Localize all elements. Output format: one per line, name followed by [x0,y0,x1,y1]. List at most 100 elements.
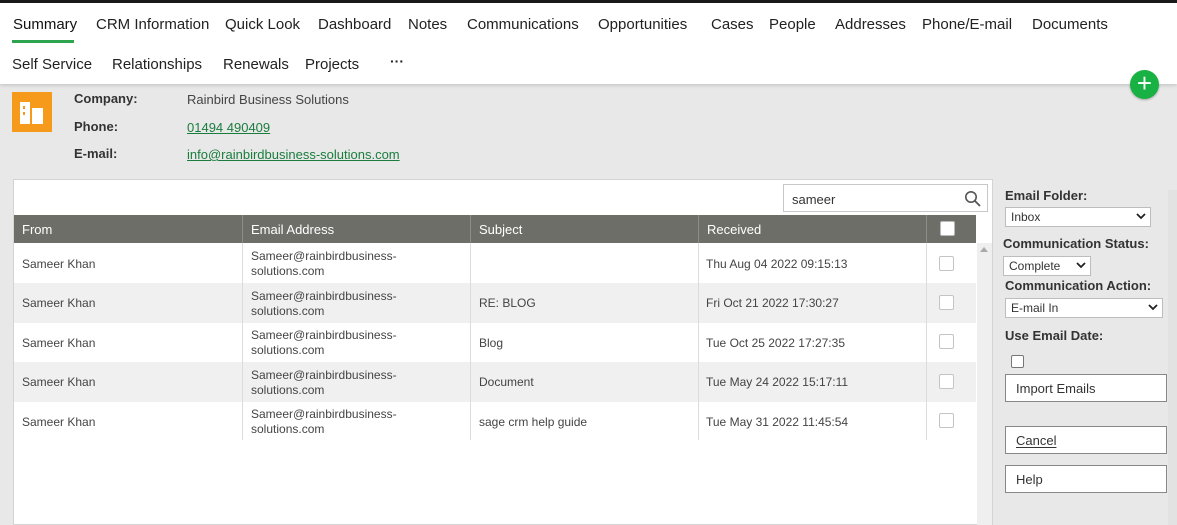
chevron-down-icon [1148,304,1158,311]
company-label: Company: [74,91,138,106]
cell-email-address: Sameer@rainbirdbusiness- [251,289,397,303]
email-label: E-mail: [74,146,118,161]
row-checkbox[interactable] [939,295,954,310]
communication-status-select[interactable]: Complete [1003,256,1091,276]
row-checkbox[interactable] [939,374,954,389]
column-divider [926,215,927,243]
table-row[interactable]: Sameer Khan Sameer@rainbirdbusiness- sol… [14,243,976,283]
cell-from: Sameer Khan [22,415,96,429]
help-button-label: Help [1016,472,1043,487]
add-button[interactable]: + [1130,70,1159,99]
phone-label: Phone: [74,119,119,134]
tab-opportunities[interactable]: Opportunities [598,16,687,33]
cell-from: Sameer Khan [22,296,96,310]
column-header-from[interactable]: From [22,222,52,237]
row-checkbox[interactable] [939,413,954,428]
table-header: From Email Address Subject Received [14,215,976,243]
import-emails-button[interactable]: Import Emails [1005,374,1167,402]
chevron-down-icon [1136,213,1146,220]
search-input[interactable] [792,190,952,208]
cell-received: Fri Oct 21 2022 17:30:27 [706,296,839,310]
cell-subject: sage crm help guide [479,415,588,429]
cell-from: Sameer Khan [22,375,96,389]
column-divider [242,243,243,440]
cell-subject: Blog [479,336,504,350]
table-row[interactable]: Sameer Khan Sameer@rainbirdbusiness- sol… [14,401,976,441]
cell-email-address: Sameer@rainbirdbusiness- [251,368,397,382]
tab-quick-look[interactable]: Quick Look [225,16,300,33]
communication-status-label: Communication Status: [1003,236,1149,251]
cell-email-address: Sameer@rainbirdbusiness- [251,328,397,342]
cell-email-address: Sameer@rainbirdbusiness- [251,249,397,263]
tab-self-service[interactable]: Self Service [12,56,92,73]
tab-cases[interactable]: Cases [711,16,754,33]
column-divider [926,243,927,440]
tab-projects[interactable]: Projects [305,56,359,73]
cell-email-address: Sameer@rainbirdbusiness- [251,407,397,421]
tab-communications[interactable]: Communications [467,16,579,33]
tab-people[interactable]: People [769,16,816,33]
cell-received: Tue May 31 2022 11:45:54 [706,415,849,429]
cell-email-address-cont: solutions.com [251,264,325,278]
tab-renewals[interactable]: Renewals [223,56,289,73]
phone-link[interactable]: 01494 490409 [187,120,270,135]
communication-action-select[interactable]: E-mail In [1005,298,1163,318]
tab-dashboard[interactable]: Dashboard [318,16,391,33]
cell-from: Sameer Khan [22,257,96,271]
tab-relationships[interactable]: Relationships [112,56,202,73]
communication-status-value: Complete [1009,259,1061,273]
table-row[interactable]: Sameer Khan Sameer@rainbirdbusiness- sol… [14,362,976,402]
search-icon[interactable] [964,190,982,208]
cell-received: Tue Oct 25 2022 17:27:35 [706,336,845,350]
chevron-down-icon [1076,262,1086,269]
column-divider [470,215,471,243]
top-navigation: Summary CRM Information Quick Look Dashb… [0,0,1177,84]
cell-subject: RE: BLOG [479,296,536,310]
email-folder-select[interactable]: Inbox [1005,207,1151,227]
column-divider [698,243,699,440]
communication-action-value: E-mail In [1011,301,1059,315]
tab-addresses[interactable]: Addresses [835,16,906,33]
column-header-subject[interactable]: Subject [479,222,522,237]
tab-documents[interactable]: Documents [1032,16,1108,33]
search-box [783,184,988,212]
cancel-button[interactable]: Cancel [1005,426,1167,454]
column-header-email-address[interactable]: Email Address [251,222,334,237]
help-button[interactable]: Help [1005,465,1167,493]
select-all-checkbox[interactable] [940,221,955,236]
cell-email-address-cont: solutions.com [251,304,325,318]
column-header-received[interactable]: Received [707,222,761,237]
email-link[interactable]: info@rainbirdbusiness-solutions.com [187,147,400,162]
use-email-date-checkbox[interactable] [1011,355,1024,368]
tab-notes[interactable]: Notes [408,16,447,33]
more-tabs-icon[interactable]: ··· [390,53,404,69]
active-tab-indicator [12,40,74,43]
row-checkbox[interactable] [939,256,954,271]
page-scrollbar[interactable] [1168,190,1177,525]
communication-action-label: Communication Action: [1005,278,1152,293]
cell-from: Sameer Khan [22,336,96,350]
email-folder-value: Inbox [1011,210,1041,224]
company-value: Rainbird Business Solutions [187,92,349,107]
row-checkbox[interactable] [939,334,954,349]
column-divider [698,215,699,243]
use-email-date-label: Use Email Date: [1005,328,1104,343]
cancel-button-label: Cancel [1016,433,1057,448]
cell-received: Tue May 24 2022 15:17:11 [706,375,849,389]
column-divider [242,215,243,243]
cell-subject: Document [479,375,534,389]
email-folder-label: Email Folder: [1005,188,1088,203]
tab-phone-email[interactable]: Phone/E-mail [922,16,1012,33]
table-row[interactable]: Sameer Khan Sameer@rainbirdbusiness- sol… [14,322,976,362]
cell-received: Thu Aug 04 2022 09:15:13 [706,257,848,271]
tab-summary[interactable]: Summary [13,16,77,33]
company-icon [12,92,52,132]
table-scrollbar[interactable] [977,243,992,525]
table-row[interactable]: Sameer Khan Sameer@rainbirdbusiness- sol… [14,283,976,323]
column-divider [470,243,471,440]
cell-email-address-cont: solutions.com [251,343,325,357]
cell-email-address-cont: solutions.com [251,422,325,436]
scroll-up-icon[interactable] [980,247,988,252]
tab-crm-information[interactable]: CRM Information [96,16,209,33]
cell-email-address-cont: solutions.com [251,383,325,397]
